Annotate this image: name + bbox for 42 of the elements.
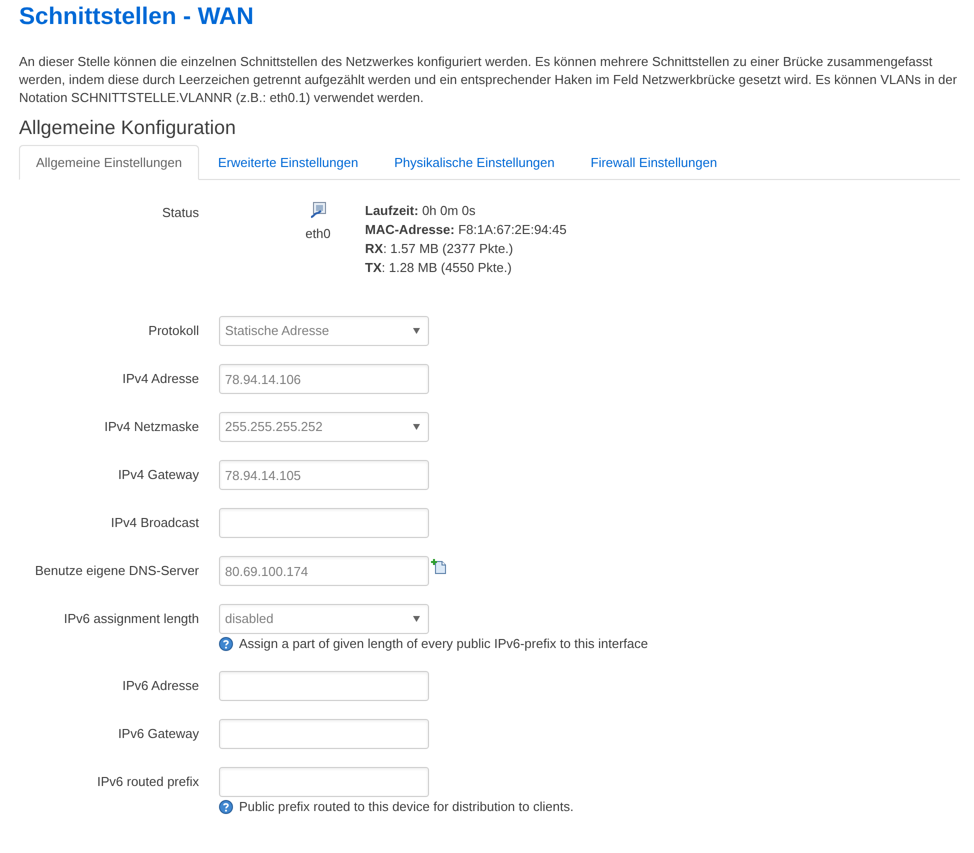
input-field[interactable]: 78.94.14.105 [219,460,429,490]
field-label: IPv4 Netzmaske [103,418,199,436]
field-label: IPv4 Broadcast [110,514,199,532]
select-field[interactable]: 255.255.255.252 [219,412,429,442]
help-text: Public prefix routed to this device for distribution to clients. [239,798,574,816]
input-field[interactable] [219,671,429,701]
select-field[interactable]: disabled [219,604,429,634]
status-detail: Laufzeit: 0h 0m 0s [365,202,477,220]
status-detail: RX: 1.57 MB (2377 Pkte.) [365,240,514,258]
field-label: Status [161,204,199,222]
network-port-icon [310,202,326,218]
status-detail: MAC-Adresse: F8:1A:67:2E:94:45 [365,221,567,239]
field-label: IPv6 assignment length [62,610,199,628]
field-label: IPv6 Adresse [121,677,199,695]
caret-icon [413,328,420,334]
input-field[interactable]: 80.69.100.174 [219,556,429,586]
section-title: Allgemeine Konfiguration [19,116,237,140]
field-label: IPv6 Gateway [117,725,199,743]
add-entry-icon[interactable] [431,559,446,574]
input-field[interactable]: 78.94.14.106 [219,364,429,394]
tab[interactable]: Physikalische Einstellungen [377,145,572,180]
page-description: An dieser Stelle können die einzelnen Schnittstellen des Netzwerkes konfiguriert werden. Es können mehrere Schnittstellen zu einer Brücke zusammengefasst werden, indem diese durch Leerzeichen getrennt aufgezählt werden und ein entsprechender Haken im Feld Netzwerkbrücke gesetzt wird. Es können VLANs in der Notation SCHNITTSTELLE.VLANNR (z.B.: eth0.1) verwendet werden. [19,53,958,107]
help-icon [219,637,233,651]
page-title: Schnittstellen - WAN [19,3,255,31]
tab[interactable]: Erweiterte Einstellungen [200,145,376,180]
tab[interactable]: Firewall Einstellungen [574,145,734,180]
input-field[interactable] [219,508,429,538]
caret-icon [413,424,420,430]
status-detail: TX: 1.28 MB (4550 Pkte.) [365,259,513,277]
select-field[interactable]: Statische Adresse [219,316,429,346]
input-field[interactable] [219,719,429,749]
help-icon [219,800,233,814]
field-label: Protokoll [147,322,199,340]
tab[interactable]: Allgemeine Einstellungen [19,145,199,180]
caret-icon [413,616,420,622]
field-label: IPv6 routed prefix [96,773,199,791]
field-label: IPv4 Adresse [121,370,199,388]
input-field[interactable] [219,767,429,797]
field-label: IPv4 Gateway [117,466,199,484]
device-name: eth0 [305,225,331,243]
help-text: Assign a part of given length of every public IPv6-prefix to this interface [239,635,648,653]
field-label: Benutze eigene DNS-Server [34,562,199,580]
